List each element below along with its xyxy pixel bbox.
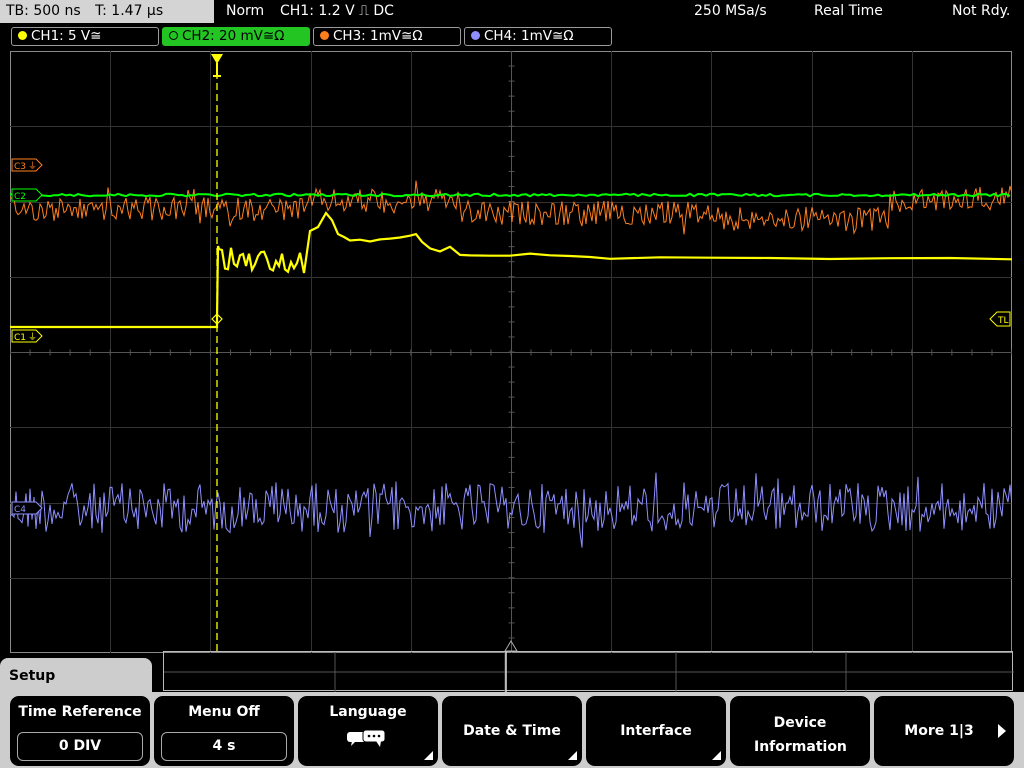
channel-4-marker-label: C4 [14,505,26,515]
date-time-softkey[interactable]: Date & Time [442,696,582,766]
date-time-label: Date & Time [463,723,561,739]
more-softkey[interactable]: More 1|3 [874,696,1014,766]
acquisition-mode: Real Time [814,3,883,19]
channel-3-color-dot [320,31,329,40]
channel-4-label: CH4: 1mV≅Ω [484,28,574,44]
channel-3-label: CH3: 1mV≅Ω [333,28,423,44]
channel-4-marker[interactable]: C4 [11,501,43,515]
language-label: Language [329,704,407,720]
channel-2-button[interactable]: CH2: 20 mV≅Ω [162,27,310,46]
interface-softkey[interactable]: Interface [586,696,726,766]
submenu-indicator-icon [712,751,721,760]
submenu-indicator-icon [424,751,433,760]
ground-icon: ⏚ [28,161,37,172]
sample-rate: 250 MSa/s [694,3,767,19]
time-reference-softkey[interactable]: Time Reference 0 DIV [10,696,150,766]
zoom-overview-area[interactable] [163,651,1014,692]
channel-1-color-dot [18,31,27,40]
channel-2-color-dot [169,31,178,40]
menu-off-label: Menu Off [188,704,260,720]
device-information-softkey[interactable]: Device Information [730,696,870,766]
channel-2-marker-label: C2 [14,192,26,202]
channel-3-button[interactable]: CH3: 1mV≅Ω [313,27,461,46]
channel-4-button[interactable]: CH4: 1mV≅Ω [464,27,612,46]
channel-1-label: CH1: 5 V≅ [31,28,102,44]
channel-1-marker[interactable]: C1 ⏚ [11,329,43,343]
channel-1-marker-label: C1 [14,333,26,343]
channel-bar: CH1: 5 V≅ CH2: 20 mV≅Ω CH3: 1mV≅Ω CH4: 1… [0,24,1024,48]
channel-1-button[interactable]: CH1: 5 V≅ [11,27,159,46]
waveform-svg: C3 ⏚ C2 C1 ⏚ C4 TL [9,50,1013,654]
channel-3-marker[interactable]: C3 ⏚ [11,158,43,172]
menu-off-softkey[interactable]: Menu Off 4 s [154,696,294,766]
trigger-source: CH1: 1.2 V ⎍ DC [280,3,394,19]
status-bar: TB: 500 ns T: 1.47 µs Norm CH1: 1.2 V ⎍ … [0,0,1024,24]
zoom-overview-svg [164,652,1014,692]
channel-2-marker[interactable]: C2 [11,188,43,202]
trigger-mode: Norm [226,3,265,19]
timebase-value: TB: 500 ns [6,3,81,19]
device-information-label: Device Information [754,715,847,755]
language-softkey[interactable]: Language [298,696,438,766]
trigger-time-value: T: 1.47 µs [95,3,164,19]
trigger-level-label: TL [997,316,1009,326]
time-reference-label: Time Reference [18,704,142,720]
interface-label: Interface [620,723,692,739]
ground-icon: ⏚ [28,332,37,343]
acquisition-status: Not Rdy. [952,3,1011,19]
arrow-right-icon [998,724,1006,738]
menu-off-value: 4 s [161,732,287,761]
channel-4-color-dot [471,31,480,40]
channel-2-label: CH2: 20 mV≅Ω [182,28,285,44]
submenu-indicator-icon [568,751,577,760]
channel-3-marker-label: C3 [14,162,26,172]
language-icon [346,728,390,752]
timebase-box[interactable]: TB: 500 ns T: 1.47 µs [0,0,214,23]
waveform-display[interactable]: C3 ⏚ C2 C1 ⏚ C4 TL [9,50,1013,654]
more-label: More 1|3 [904,723,974,739]
time-reference-value: 0 DIV [17,732,143,761]
